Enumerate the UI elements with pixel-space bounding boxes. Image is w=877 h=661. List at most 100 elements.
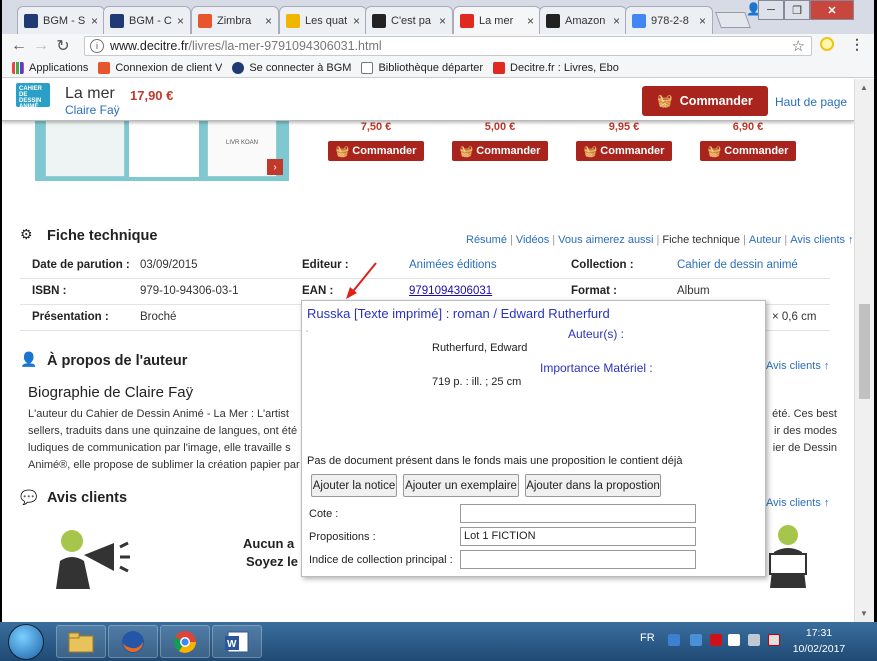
taskbar-chrome[interactable] — [160, 625, 210, 658]
indice-input[interactable] — [460, 550, 696, 569]
language-indicator[interactable]: FR — [640, 632, 655, 644]
tab-2[interactable]: BGM - C × — [103, 6, 191, 34]
gears-icon: ⚙ — [20, 226, 33, 242]
scroll-up-icon[interactable]: ▲ — [860, 83, 868, 92]
page-scrollbar[interactable]: ▲ ▼ — [854, 79, 874, 622]
close-tab-icon[interactable]: × — [699, 14, 706, 28]
bookmark-bibliotheque[interactable]: Bibliothèque départer — [361, 61, 483, 74]
bookmark-label: Applications — [29, 61, 89, 74]
start-button[interactable] — [8, 624, 44, 660]
author-section-title: À propos de l'auteur — [47, 353, 188, 369]
ean-link[interactable]: 9791094306031 — [409, 285, 492, 297]
cote-input[interactable] — [460, 504, 696, 523]
close-window-icon[interactable]: ✕ — [810, 0, 854, 20]
book-cover[interactable] — [129, 119, 199, 177]
arrow-up-icon[interactable]: ↑ — [824, 360, 830, 372]
order-label: Commander — [352, 145, 417, 157]
order-button[interactable]: 🧺 Commander — [328, 141, 424, 161]
scroll-thumb[interactable] — [859, 304, 870, 399]
arrow-up-icon[interactable]: ↑ — [848, 234, 854, 246]
url-host: www.decitre.fr — [110, 39, 189, 53]
related-price: 9,95 € — [608, 121, 640, 133]
order-button[interactable]: 🧺 Commander — [576, 141, 672, 161]
order-button[interactable]: 🧺 Commander — [700, 141, 796, 161]
add-copy-button[interactable]: Ajouter un exemplaire — [403, 474, 519, 497]
add-to-proposal-button[interactable]: Ajouter dans la propostion — [525, 474, 661, 497]
tab-1[interactable]: BGM - S × — [17, 6, 105, 34]
bookmark-applications[interactable]: Applications — [12, 61, 89, 74]
tab-7[interactable]: Amazon × — [539, 6, 627, 34]
bookmark-star-icon[interactable]: ☆ — [792, 37, 805, 55]
field-value: Album — [677, 285, 710, 297]
menu-icon[interactable]: ⋮ — [850, 36, 864, 53]
taskbar-explorer[interactable] — [56, 625, 106, 658]
close-tab-icon[interactable]: × — [91, 14, 98, 28]
bio-title: Biographie de Claire Faÿ — [28, 384, 194, 401]
tab-6[interactable]: La mer × — [453, 6, 541, 34]
book-cover[interactable] — [45, 119, 125, 177]
window-controls: ─ ❐ ✕ — [758, 0, 854, 20]
acrobat-tray-icon[interactable] — [710, 634, 722, 646]
order-button[interactable]: 🧺 Commander — [452, 141, 548, 161]
nav-link-tech[interactable]: Fiche technique — [662, 234, 740, 246]
extension-icon[interactable] — [820, 37, 834, 51]
bookmark-bgm[interactable]: Se connecter à BGM — [232, 61, 351, 74]
b-icon — [286, 13, 300, 28]
add-notice-button[interactable]: Ajouter la notice — [311, 474, 397, 497]
authors-label: Auteur(s) : — [568, 327, 625, 341]
nav-link-reviews[interactable]: Avis clients — [790, 234, 845, 246]
browser-window: BGM - S × BGM - C × Zimbra × Les quat × C'est pa… — [2, 0, 874, 622]
basket-icon: 🧺 — [707, 145, 725, 158]
flag-tray-icon[interactable] — [728, 634, 740, 646]
close-tab-icon[interactable]: × — [613, 14, 620, 28]
product-author-link[interactable]: Claire Faÿ — [65, 103, 120, 117]
nav-link-reviews[interactable]: Avis clients — [766, 360, 821, 372]
nav-link-similar[interactable]: Vous aimerez aussi — [558, 234, 653, 246]
tab-5[interactable]: C'est pa × — [365, 6, 453, 34]
close-tab-icon[interactable]: × — [527, 14, 534, 28]
popup-title[interactable]: Russka [Texte imprimé] : roman / Edward … — [307, 306, 610, 321]
bookmark-zimbra[interactable]: Connexion de client V — [98, 61, 222, 74]
reload-icon[interactable]: ↻ — [52, 36, 74, 56]
taskbar-word[interactable]: W — [212, 625, 262, 658]
clock[interactable]: 17:31 10/02/2017 — [790, 625, 848, 657]
display-tray-icon[interactable] — [748, 634, 760, 646]
nav-link-reviews[interactable]: Avis clients — [766, 497, 821, 509]
network-tray-icon[interactable] — [668, 634, 680, 646]
volume-muted-icon[interactable] — [768, 634, 780, 646]
field-value: Broché — [140, 311, 177, 323]
forward-icon[interactable]: → — [30, 37, 52, 55]
carousel-next-icon[interactable]: › — [267, 159, 283, 175]
tab-4[interactable]: Les quat × — [279, 6, 367, 34]
back-to-top-link[interactable]: Haut de page — [775, 95, 847, 109]
order-main-button[interactable]: 🧺 Commander — [642, 86, 768, 116]
basket-icon: 🧺 — [583, 145, 601, 158]
bookmark-decitre[interactable]: Decitre.fr : Livres, Ebo — [493, 61, 619, 74]
site-info-icon[interactable]: i — [90, 39, 104, 53]
nav-link-videos[interactable]: Vidéos — [516, 234, 549, 246]
tab-3[interactable]: Zimbra × — [191, 6, 279, 34]
related-price: 7,50 € — [360, 121, 392, 133]
close-tab-icon[interactable]: × — [353, 14, 360, 28]
close-tab-icon[interactable]: × — [177, 14, 184, 28]
collection-link[interactable]: Cahier de dessin animé — [677, 259, 798, 271]
nav-link-author[interactable]: Auteur — [749, 234, 781, 246]
arrow-up-icon[interactable]: ↑ — [824, 497, 830, 509]
taskbar-firefox[interactable] — [108, 625, 158, 658]
back-icon[interactable]: ← — [8, 37, 30, 55]
restore-icon[interactable]: ❐ — [784, 0, 810, 20]
page-content: LIVR KOAN › 7,50 € 5,00 € 9,95 € 6,90 € … — [2, 79, 854, 622]
address-bar[interactable]: i www.decitre.fr/livres/la-mer-979109430… — [84, 36, 812, 56]
close-tab-icon[interactable]: × — [265, 14, 272, 28]
propositions-select[interactable]: Lot 1 FICTION — [460, 527, 696, 546]
nav-link-resume[interactable]: Résumé — [466, 234, 507, 246]
tab-8[interactable]: 978-2-8 × — [625, 6, 713, 34]
minimize-icon[interactable]: ─ — [758, 0, 784, 20]
close-tab-icon[interactable]: × — [439, 14, 446, 28]
status-message: Pas de document présent dans le fonds ma… — [307, 455, 683, 467]
publisher-link[interactable]: Animées éditions — [409, 259, 497, 271]
update-tray-icon[interactable] — [690, 634, 702, 646]
order-label: Commander — [724, 145, 789, 157]
product-title: La mer — [65, 85, 115, 102]
scroll-down-icon[interactable]: ▼ — [860, 609, 868, 618]
